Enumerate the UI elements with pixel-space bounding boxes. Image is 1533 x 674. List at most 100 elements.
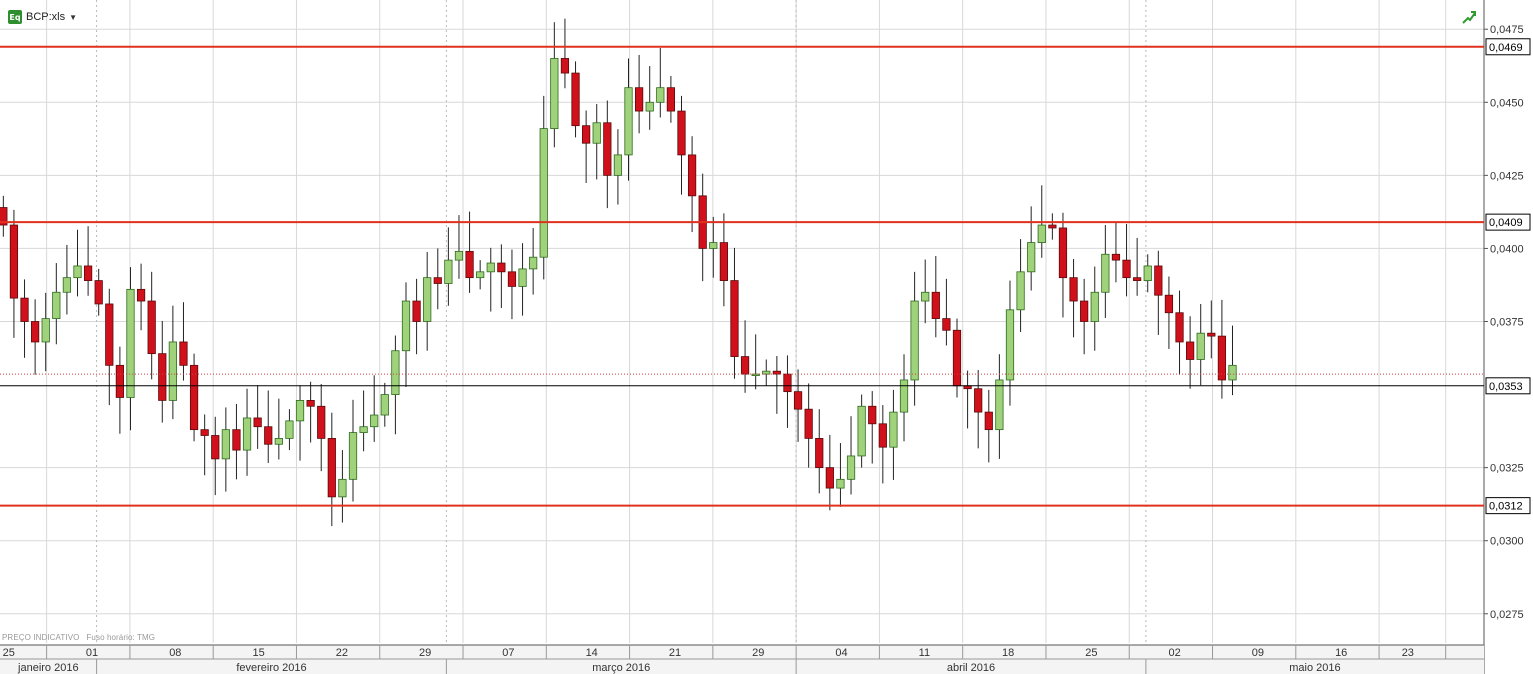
candle-body [974,388,983,413]
candle-body [465,250,474,279]
candle-body [41,318,50,343]
y-tick-label: 0,0275 [1490,609,1524,621]
last-price-label: 0,0353 [1489,381,1523,393]
candle-body [899,379,909,413]
candle-body [1111,253,1121,261]
candle-body [454,250,464,261]
trend-up-icon[interactable] [1461,9,1477,25]
x-tick-label: 29 [419,647,431,659]
x-tick-label: 15 [252,647,264,659]
candle-body [136,288,146,302]
candle-body [412,300,421,322]
x-tick-label: 22 [336,647,348,659]
price-level-label: 0,0409 [1489,217,1523,229]
y-tick-label: 0,0375 [1490,317,1524,329]
candle-body [20,297,29,322]
candle-body [889,411,898,448]
candle-body [624,87,633,156]
candle-body [1143,265,1152,281]
candle-body [582,125,591,144]
candle-body [179,341,188,366]
candle-body [656,87,665,103]
candle-body [1154,265,1163,296]
candle-body [571,72,580,127]
candlestick-chart[interactable]: 0,0475 0,0450 0,0425 0,0400 0,0375 0,0325 0,03… [0,0,1533,674]
candle-body [507,271,517,287]
candle-body [635,87,644,112]
candle-body [295,400,305,422]
x-tick-label: 08 [169,647,181,659]
candle-body [984,411,993,431]
candle-body [1005,309,1015,381]
y-tick-label: 0,0450 [1490,97,1524,109]
candle-body [815,438,824,469]
candle-body [1228,364,1237,381]
candle-body [1133,277,1142,281]
candle-body [391,350,400,395]
candle-body [825,467,834,489]
candle-body [1122,259,1131,279]
candle-body [168,341,177,401]
y-tick-label: 0,0425 [1490,170,1524,182]
candle-body [94,280,103,305]
candle-body [221,429,230,460]
candle-body [211,435,220,460]
candle-body [603,122,612,176]
candle-body [1217,335,1227,381]
candle-body [1207,332,1216,337]
candle-body [952,329,962,387]
candle-body [613,154,623,176]
candle-body [857,405,866,457]
candle-body [878,423,887,448]
candle-body [740,356,750,375]
candle-body [804,408,813,439]
caret-down-icon[interactable]: ▼ [69,13,77,22]
x-tick-label: 18 [1002,647,1014,659]
candle-body [338,478,347,498]
price-level-label: 0,0312 [1489,501,1523,513]
candle-body [1069,277,1078,302]
candle-body [910,300,919,381]
x-tick-label: 04 [835,647,847,659]
candle-body [253,417,262,428]
candle-body [687,154,697,197]
candle-body [1164,294,1174,314]
month-label: janeiro 2016 [17,662,79,674]
x-tick-label: 16 [1335,647,1347,659]
candle-body [1027,242,1036,273]
candle-body [306,400,315,407]
candle-body [359,426,368,433]
candle-body [783,373,792,393]
x-tick-label: 14 [586,647,598,659]
candle-body [1175,312,1184,343]
candle-body [1037,224,1046,243]
candle-body [921,291,930,302]
x-tick-label: 29 [752,647,764,659]
x-tick-label: 01 [86,647,98,659]
candle-body [846,455,856,480]
candle-body [264,426,273,445]
candle-body [550,58,559,129]
candle-body [518,268,527,287]
symbol-selector[interactable]: BCP:xls [26,11,65,23]
candle-body [423,277,432,322]
candle-body [1016,271,1025,311]
candle-body [380,394,389,416]
candle-body [1090,291,1099,322]
candle-body [105,303,114,366]
candle-body [560,58,570,74]
month-label: abril 2016 [947,662,995,674]
x-tick-label: 23 [1402,647,1414,659]
month-label: fevereiro 2016 [236,662,306,674]
candle-body [1101,253,1110,293]
candle-body [677,110,686,156]
candle-body [73,265,82,279]
chart-footnote: PREÇO INDICATIVO Fuso horário: TMG [2,633,155,642]
x-tick-label: 25 [1085,647,1097,659]
candle-body [126,288,135,398]
y-tick-label: 0,0475 [1490,24,1524,36]
candle-body [486,262,495,273]
candle-body [709,242,718,249]
x-tick-label: 25 [3,647,15,659]
y-tick-label: 0,0300 [1490,536,1524,548]
